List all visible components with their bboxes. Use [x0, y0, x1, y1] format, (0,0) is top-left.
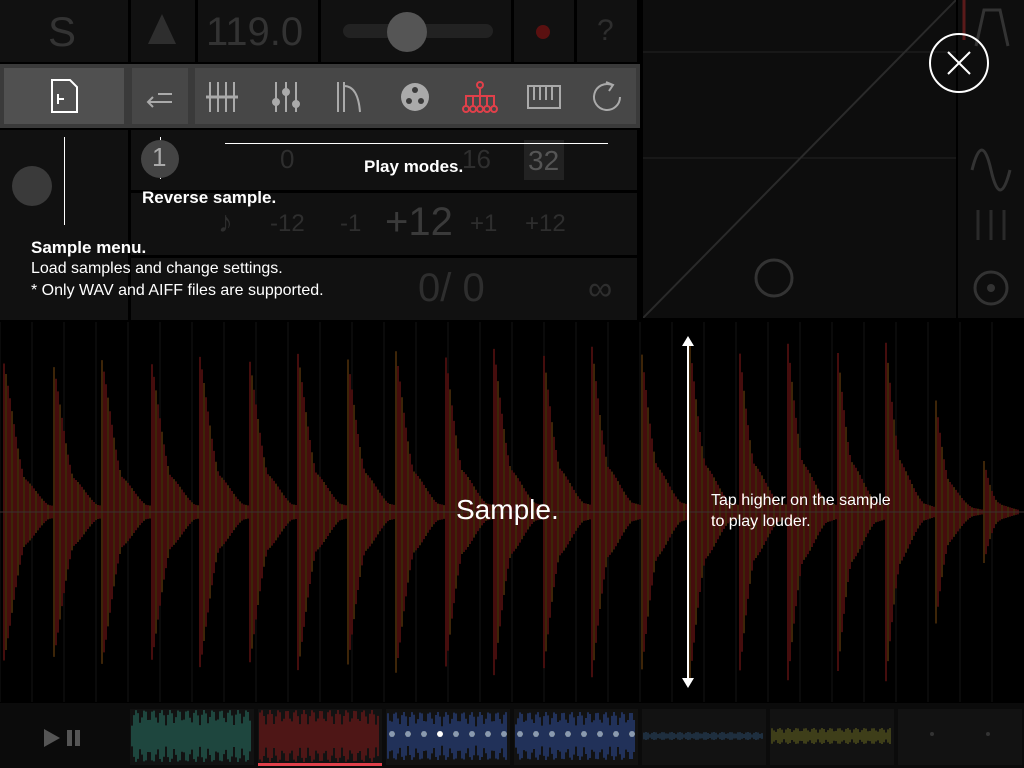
file-icon — [51, 79, 78, 113]
slices-icon — [206, 82, 238, 112]
pitch-value: +12 — [525, 210, 566, 237]
keyboard-icon — [527, 85, 561, 109]
bank-strip — [0, 703, 1024, 768]
grid-value: 0 — [280, 144, 295, 174]
reverse-label: Reverse sample. — [142, 188, 277, 207]
sample-menu-desc-1: Load samples and change settings. — [31, 260, 283, 277]
master-volume-knob[interactable] — [387, 12, 427, 52]
slice-counter: 0/ 0 — [418, 266, 485, 310]
app-letter: S — [48, 8, 77, 55]
sample-toolbar — [0, 64, 640, 128]
metronome-icon — [148, 14, 176, 44]
nodes-icon — [462, 81, 498, 113]
note-icon: ♪ — [218, 206, 233, 239]
envelope-graph[interactable] — [643, 0, 956, 318]
pitch-value: +12 — [385, 200, 453, 244]
reverse-arrows-icon — [146, 93, 172, 108]
volume-arrow — [682, 336, 694, 688]
pitch-value: +1 — [470, 210, 498, 237]
sample-volume-knob[interactable] — [12, 166, 52, 206]
close-button[interactable] — [929, 33, 989, 93]
tempo-display: 119.0 — [206, 10, 304, 54]
loop-icon — [593, 81, 621, 111]
sample-menu-title: Sample menu. — [31, 238, 147, 257]
play-modes-callout-line — [225, 143, 608, 144]
pitch-value: -1 — [340, 210, 362, 237]
pitch-value: -12 — [270, 210, 305, 237]
play-modes-label: Play modes. — [364, 157, 464, 176]
sample-menu-desc-2: * Only WAV and AIFF files are supported. — [31, 282, 324, 299]
sample-menu-callout-line — [64, 137, 65, 225]
reverse-indicator-glyph: 1 — [152, 142, 167, 172]
tap-hint-line-1: Tap higher on the sample — [711, 492, 891, 509]
bank-thumbnails[interactable] — [0, 703, 1024, 768]
grid-value: 16 — [462, 144, 491, 174]
filter-icon — [337, 82, 361, 113]
close-icon — [947, 51, 971, 75]
tap-hint-line-2: to play louder. — [711, 513, 811, 530]
toolbar-icons — [51, 79, 621, 113]
grid-value: 32 — [528, 145, 560, 176]
mixer-icon — [272, 82, 300, 112]
sample-label: Sample. — [456, 494, 559, 525]
infinity-icon[interactable]: ∞ — [588, 270, 612, 309]
record-icon[interactable] — [536, 25, 550, 39]
reel-icon — [401, 83, 429, 111]
help-icon[interactable]: ? — [597, 14, 614, 48]
